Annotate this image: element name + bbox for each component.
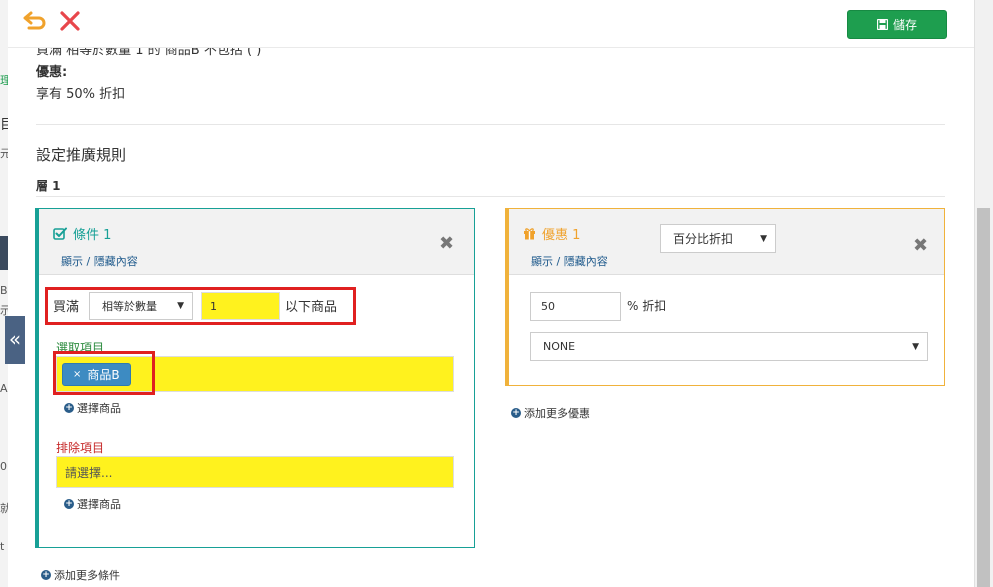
select-product-label: 選擇商品 — [77, 498, 121, 511]
background-text: 目 — [0, 117, 8, 133]
layer-label: 層 1 — [36, 179, 61, 193]
offer-card: 優惠 1 顯示 / 隱藏內容 百分比折扣 ▼ ✖ 50 % 折扣 NONE ▼ — [505, 208, 945, 386]
divider — [36, 196, 945, 197]
remove-offer-icon[interactable]: ✖ — [913, 235, 928, 256]
condition-title-text: 條件 1 — [73, 228, 112, 243]
checkbox-checked-icon — [53, 227, 67, 240]
offer-title: 優惠 1 — [523, 224, 580, 243]
toggle-content-link[interactable]: 顯示 / 隱藏內容 — [531, 253, 608, 269]
add-more-offers-link[interactable]: + 添加更多優惠 — [511, 405, 590, 421]
condition-card: 條件 1 顯示 / 隱藏內容 ✖ 買滿 相等於數量 ▼ 1 以下商品 選取項目 … — [35, 208, 475, 548]
remove-condition-icon[interactable]: ✖ — [439, 233, 454, 254]
compare-type-select[interactable]: 相等於數量 ▼ — [89, 292, 193, 320]
background-text: A — [0, 382, 8, 395]
percent-input[interactable]: 50 — [530, 292, 621, 321]
divider — [36, 124, 945, 125]
offer-card-header: 優惠 1 顯示 / 隱藏內容 百分比折扣 ▼ ✖ — [509, 209, 944, 275]
percent-value: 50 — [541, 300, 555, 313]
excluded-items-label: 排除項目 — [56, 441, 105, 455]
quantity-value: 1 — [210, 299, 217, 313]
background-dark-block — [0, 236, 8, 270]
section-title: 設定推廣規則 — [36, 146, 127, 164]
add-more-offers-label: 添加更多優惠 — [524, 407, 590, 420]
selected-item-tag[interactable]: × 商品B — [62, 363, 131, 386]
scrollbar-thumb[interactable] — [977, 208, 990, 587]
quantity-input[interactable]: 1 — [201, 292, 280, 320]
summary-offer-text: 享有 50% 折扣 — [36, 87, 126, 102]
select-product-link[interactable]: + 選擇商品 — [64, 496, 121, 512]
toggle-content-link[interactable]: 顯示 / 隱藏內容 — [61, 253, 138, 269]
save-button-label: 儲存 — [892, 18, 917, 32]
background-text: 理 — [0, 74, 8, 87]
add-more-conditions-link[interactable]: + 添加更多條件 — [41, 567, 120, 583]
offer-type-value: 百分比折扣 — [673, 232, 734, 246]
compare-type-value: 相等於數量 — [102, 300, 157, 313]
save-button[interactable]: 儲存 — [847, 10, 947, 39]
collapse-sidebar-double-chevron-left-icon[interactable]: « — [5, 316, 25, 364]
background-text: 元 — [0, 147, 8, 160]
percent-unit-label: % 折扣 — [627, 299, 667, 313]
excluded-items-field[interactable]: 請選擇... — [56, 456, 454, 488]
tag-remove-icon[interactable]: × — [73, 369, 81, 380]
caret-down-icon: ▼ — [760, 233, 767, 244]
plus-circle-icon: + — [64, 499, 74, 509]
background-text: t — [0, 540, 5, 553]
select-product-link[interactable]: + 選擇商品 — [64, 400, 121, 416]
offer-type-select[interactable]: 百分比折扣 ▼ — [660, 224, 776, 253]
extra-option-select[interactable]: NONE ▼ — [530, 332, 928, 361]
extra-option-value: NONE — [543, 340, 576, 353]
background-text: 就 — [0, 502, 8, 515]
condition-title: 條件 1 — [53, 224, 111, 243]
plus-circle-icon: + — [41, 570, 51, 580]
background-text: 0 — [0, 460, 7, 473]
background-page-strip: 理 目 元 B 示 A 0 就 t — [0, 0, 8, 587]
close-icon[interactable] — [59, 10, 81, 32]
add-more-conditions-label: 添加更多條件 — [54, 569, 120, 582]
gift-icon — [524, 228, 535, 240]
summary-offer-heading: 優惠: — [36, 65, 68, 80]
suffix-label: 以下商品 — [285, 300, 338, 315]
background-text: B — [0, 284, 8, 297]
floppy-disk-icon — [876, 19, 888, 30]
excluded-placeholder: 請選擇... — [65, 465, 113, 480]
caret-down-icon: ▼ — [177, 301, 184, 311]
plus-circle-icon: + — [511, 408, 521, 418]
plus-circle-icon: + — [64, 403, 74, 413]
promotion-summary: 買滿 相等於數量 1 的 商品B 不包括 ( ) 優惠: 享有 50% 折扣 — [36, 40, 946, 106]
condition-card-header: 條件 1 顯示 / 隱藏內容 ✖ — [39, 209, 474, 275]
modal-toolbar: 儲存 — [8, 0, 974, 48]
buy-label: 買滿 — [53, 300, 80, 315]
tag-label: 商品B — [87, 368, 120, 382]
offer-title-text: 優惠 1 — [542, 228, 581, 243]
select-product-label: 選擇商品 — [77, 402, 121, 415]
undo-icon[interactable] — [22, 10, 48, 34]
promotion-editor-modal: 儲存 買滿 相等於數量 1 的 商品B 不包括 ( ) 優惠: 享有 50% 折… — [8, 0, 974, 587]
caret-down-icon: ▼ — [912, 341, 919, 352]
